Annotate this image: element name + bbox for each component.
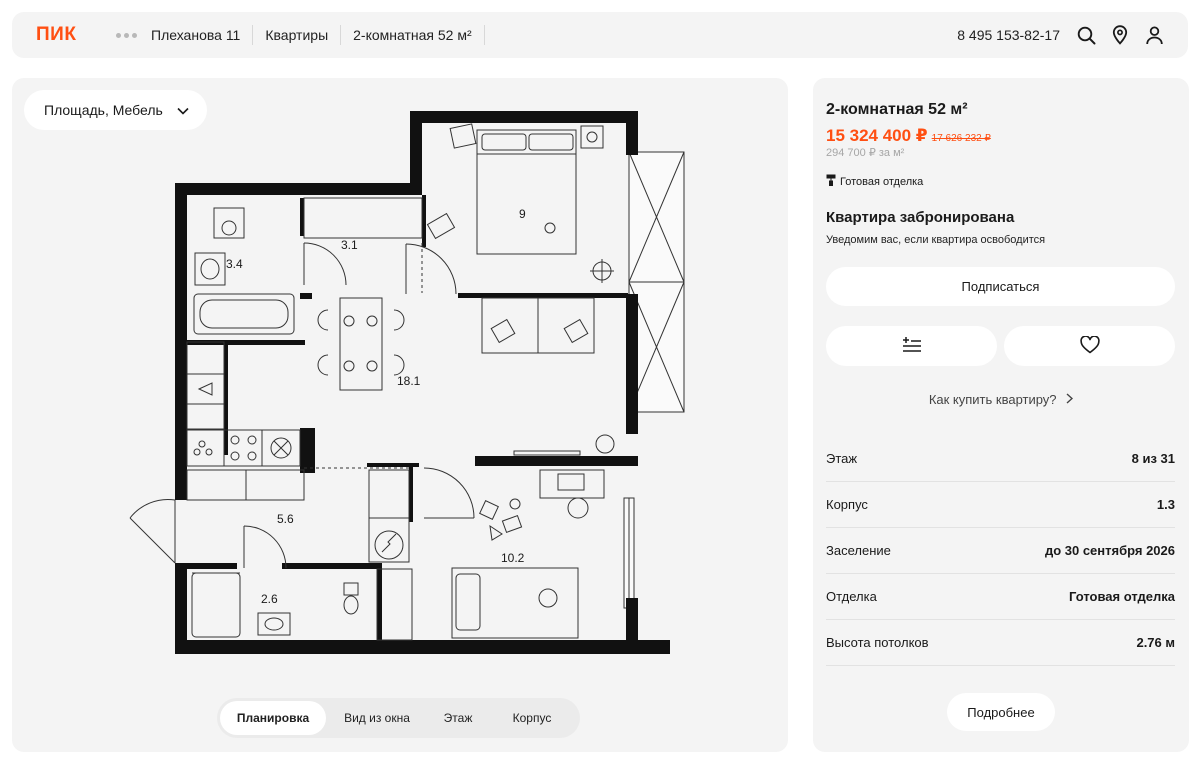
price-per-sqm: 294 700 ₽ за м² bbox=[826, 147, 905, 159]
current-price: 15 324 400 ₽ bbox=[826, 126, 928, 145]
header-actions: 8 495 153-82-17 bbox=[957, 25, 1164, 45]
breadcrumb-project[interactable]: Плеханова 11 bbox=[151, 25, 254, 45]
chevron-right-icon bbox=[1066, 392, 1074, 407]
breadcrumb-more-icon[interactable] bbox=[116, 32, 137, 38]
chevron-down-icon bbox=[177, 102, 189, 118]
user-profile-icon[interactable] bbox=[1144, 25, 1164, 45]
subscribe-button[interactable]: Подписаться bbox=[826, 267, 1175, 306]
spec-label: Заселение bbox=[826, 543, 891, 558]
reserved-title: Квартира забронирована bbox=[826, 209, 1015, 226]
spec-row-ceiling-height: Высота потолков 2.76 м bbox=[826, 620, 1175, 666]
apartment-title: 2-комнатная 52 м² bbox=[826, 101, 968, 118]
breadcrumb-current: 2-комнатная 52 м² bbox=[341, 25, 485, 45]
spec-list: Этаж 8 из 31 Корпус 1.3 Заселение до 30 … bbox=[826, 436, 1175, 666]
room-area-kitchen-living: 18.1 bbox=[397, 374, 421, 388]
pik-logo[interactable]: ПИК bbox=[36, 24, 116, 46]
top-header: ПИК Плеханова 11 Квартиры 2-комнатная 52… bbox=[12, 12, 1188, 58]
room-area-room: 10.2 bbox=[501, 551, 525, 565]
location-pin-icon[interactable] bbox=[1110, 25, 1130, 45]
tab-layout[interactable]: Планировка bbox=[220, 701, 326, 735]
tab-window-view[interactable]: Вид из окна bbox=[326, 701, 428, 735]
spec-label: Отделка bbox=[826, 589, 877, 604]
spec-row-building: Корпус 1.3 bbox=[826, 482, 1175, 528]
compare-button[interactable] bbox=[826, 326, 997, 366]
spec-value: 1.3 bbox=[1156, 497, 1175, 512]
spec-row-move-in: Заселение до 30 сентября 2026 bbox=[826, 528, 1175, 574]
breadcrumb-apartments[interactable]: Квартиры bbox=[253, 25, 342, 45]
floor-plan-drawing: 3.4 3.1 9 18.1 5.6 2.6 10.2 bbox=[129, 111, 685, 654]
old-price: 17 626 232 ₽ bbox=[931, 133, 991, 144]
compare-list-icon bbox=[902, 336, 922, 356]
apartment-info-panel: 2-комнатная 52 м² 15 324 400 ₽ 17 626 23… bbox=[813, 78, 1189, 752]
plan-layer-select[interactable]: Площадь, Мебель bbox=[24, 90, 207, 130]
spec-value: 2.76 м bbox=[1136, 635, 1175, 650]
how-to-buy-link[interactable]: Как купить квартиру? bbox=[813, 392, 1189, 407]
plan-layer-select-label: Площадь, Мебель bbox=[44, 102, 163, 118]
room-area-bedroom: 9 bbox=[519, 207, 526, 221]
price-row: 15 324 400 ₽ 17 626 232 ₽ bbox=[826, 126, 991, 146]
how-to-buy-label: Как купить квартиру? bbox=[928, 392, 1057, 407]
finish-tag-label: Готовая отделка bbox=[840, 175, 924, 188]
paint-roller-icon bbox=[826, 174, 836, 189]
floor-plan-panel: 3.4 3.1 9 18.1 5.6 2.6 10.2 Площадь, Меб… bbox=[12, 78, 788, 752]
spec-label: Этаж bbox=[826, 451, 858, 466]
favorite-button[interactable] bbox=[1004, 326, 1175, 366]
phone-link[interactable]: 8 495 153-82-17 bbox=[957, 27, 1060, 43]
heart-icon bbox=[1079, 334, 1100, 357]
spec-value: Готовая отделка bbox=[1068, 589, 1175, 604]
reserved-subtitle: Уведомим вас, если квартира освободится bbox=[826, 234, 1046, 246]
room-area-corridor: 3.1 bbox=[341, 238, 358, 252]
room-area-bathroom: 3.4 bbox=[226, 257, 243, 271]
room-area-hallway: 5.6 bbox=[277, 512, 294, 526]
more-details-button[interactable]: Подробнее bbox=[947, 693, 1055, 731]
spec-row-floor: Этаж 8 из 31 bbox=[826, 436, 1175, 482]
spec-row-finish: Отделка Готовая отделка bbox=[826, 574, 1175, 620]
spec-value: до 30 сентября 2026 bbox=[1044, 543, 1175, 558]
finish-tag: Готовая отделка bbox=[826, 174, 923, 189]
room-area-wc: 2.6 bbox=[261, 592, 278, 606]
view-tabs: Планировка Вид из окна Этаж Корпус bbox=[217, 698, 580, 738]
plan-walls bbox=[175, 111, 670, 654]
tab-building[interactable]: Корпус bbox=[488, 701, 576, 735]
spec-label: Высота потолков bbox=[826, 635, 929, 650]
spec-label: Корпус bbox=[826, 497, 868, 512]
spec-value: 8 из 31 bbox=[1131, 451, 1175, 466]
tab-floor[interactable]: Этаж bbox=[428, 701, 488, 735]
search-icon[interactable] bbox=[1076, 25, 1096, 45]
